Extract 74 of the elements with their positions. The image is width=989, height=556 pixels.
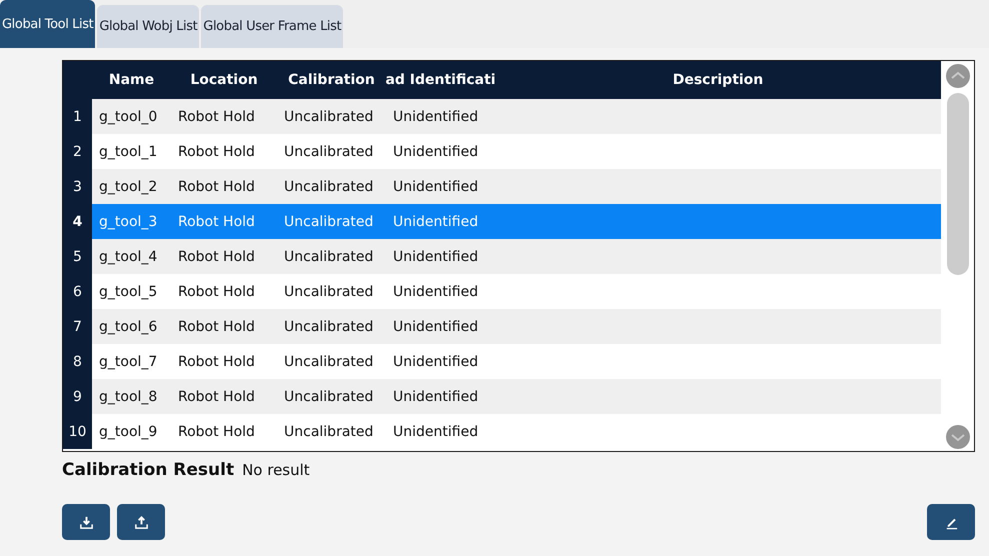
tab[interactable]: Global Wobj List (97, 5, 200, 48)
table-row[interactable]: 3 g_tool_2 Robot Hold Uncalibrated Unidentified (63, 169, 941, 204)
row-number: 1 (73, 108, 82, 124)
import-button[interactable] (62, 504, 110, 540)
table-cell: Robot Hold (178, 178, 255, 194)
column-header: Description (672, 72, 764, 88)
row-number: 4 (72, 214, 82, 230)
table-cell: Robot Hold (178, 388, 255, 404)
row-number: 5 (73, 248, 82, 264)
table-cell: g_tool_9 (99, 424, 158, 440)
table-cell: Unidentified (393, 214, 478, 230)
table-cell: Uncalibrated (284, 108, 374, 124)
tab[interactable]: Global Tool List (0, 0, 96, 48)
table-cell: Unidentified (393, 108, 478, 124)
table-cell: Uncalibrated (284, 144, 374, 160)
column-header: Calibration (288, 72, 375, 88)
table-cell: Robot Hold (178, 214, 255, 230)
table-cell: Robot Hold (178, 318, 255, 334)
scrollbar-thumb[interactable] (946, 93, 968, 275)
column-header: Location (190, 72, 258, 88)
table-cell: g_tool_1 (99, 144, 158, 160)
table-cell: g_tool_8 (99, 388, 158, 404)
row-number: 8 (73, 354, 82, 370)
table-cell: Unidentified (393, 318, 478, 334)
table-cell: Robot Hold (178, 248, 255, 264)
table-row[interactable]: 5 g_tool_4 Robot Hold Uncalibrated Unidentified (63, 239, 941, 274)
table-cell: Uncalibrated (284, 214, 374, 230)
column-header: Name (108, 72, 154, 88)
table-cell: g_tool_0 (99, 108, 158, 124)
table-cell: g_tool_3 (99, 214, 158, 230)
table-cell: Uncalibrated (284, 424, 374, 440)
table-cell: Robot Hold (178, 108, 255, 124)
row-number: 10 (68, 424, 86, 440)
column-header: ad Identificati (386, 72, 495, 88)
table-row[interactable]: 7 g_tool_6 Robot Hold Uncalibrated Unidentified (63, 309, 941, 344)
table-cell: Uncalibrated (284, 354, 374, 370)
table-cell: g_tool_7 (99, 354, 158, 370)
tab[interactable]: Global User Frame List (201, 5, 344, 48)
scroll-down-icon[interactable] (946, 425, 970, 449)
export-button[interactable] (117, 504, 165, 540)
table-cell: Robot Hold (178, 144, 255, 160)
table-cell: Uncalibrated (284, 248, 374, 264)
table-row[interactable]: 9 g_tool_8 Robot Hold Uncalibrated Unidentified (63, 379, 941, 414)
table-cell: Uncalibrated (284, 284, 374, 300)
table-cell: g_tool_2 (99, 178, 158, 194)
table-cell: Uncalibrated (284, 388, 374, 404)
scroll-up-icon[interactable] (946, 64, 970, 88)
table-cell: g_tool_4 (99, 248, 158, 264)
row-number: 9 (73, 388, 82, 404)
download-icon (78, 514, 94, 530)
result-label: Calibration Result (62, 460, 234, 480)
table-cell: Unidentified (393, 248, 478, 264)
table-cell: g_tool_5 (99, 284, 158, 300)
table-cell: Robot Hold (178, 354, 255, 370)
edit-button[interactable] (927, 504, 975, 540)
table-cell: Uncalibrated (284, 178, 374, 194)
row-number: 3 (73, 178, 82, 194)
row-number: 6 (73, 284, 82, 300)
table-cell: Unidentified (393, 178, 478, 194)
table-cell: g_tool_6 (99, 318, 158, 334)
table-cell: Unidentified (393, 354, 478, 370)
table-cell: Unidentified (393, 284, 478, 300)
table-cell: Robot Hold (178, 424, 255, 440)
table-row[interactable]: 1 g_tool_0 Robot Hold Uncalibrated Unidentified (63, 99, 941, 134)
table-cell: Unidentified (393, 388, 478, 404)
table-cell: Uncalibrated (284, 318, 374, 334)
upload-icon (134, 514, 148, 530)
table-cell: Unidentified (393, 144, 478, 160)
table-row[interactable]: 4 g_tool_3 Robot Hold Uncalibrated Unidentified (63, 204, 941, 239)
result-value: No result (242, 461, 310, 479)
table-cell: Robot Hold (178, 284, 255, 300)
row-number: 2 (73, 144, 82, 160)
row-number: 7 (73, 318, 82, 334)
table-cell: Unidentified (393, 424, 478, 440)
